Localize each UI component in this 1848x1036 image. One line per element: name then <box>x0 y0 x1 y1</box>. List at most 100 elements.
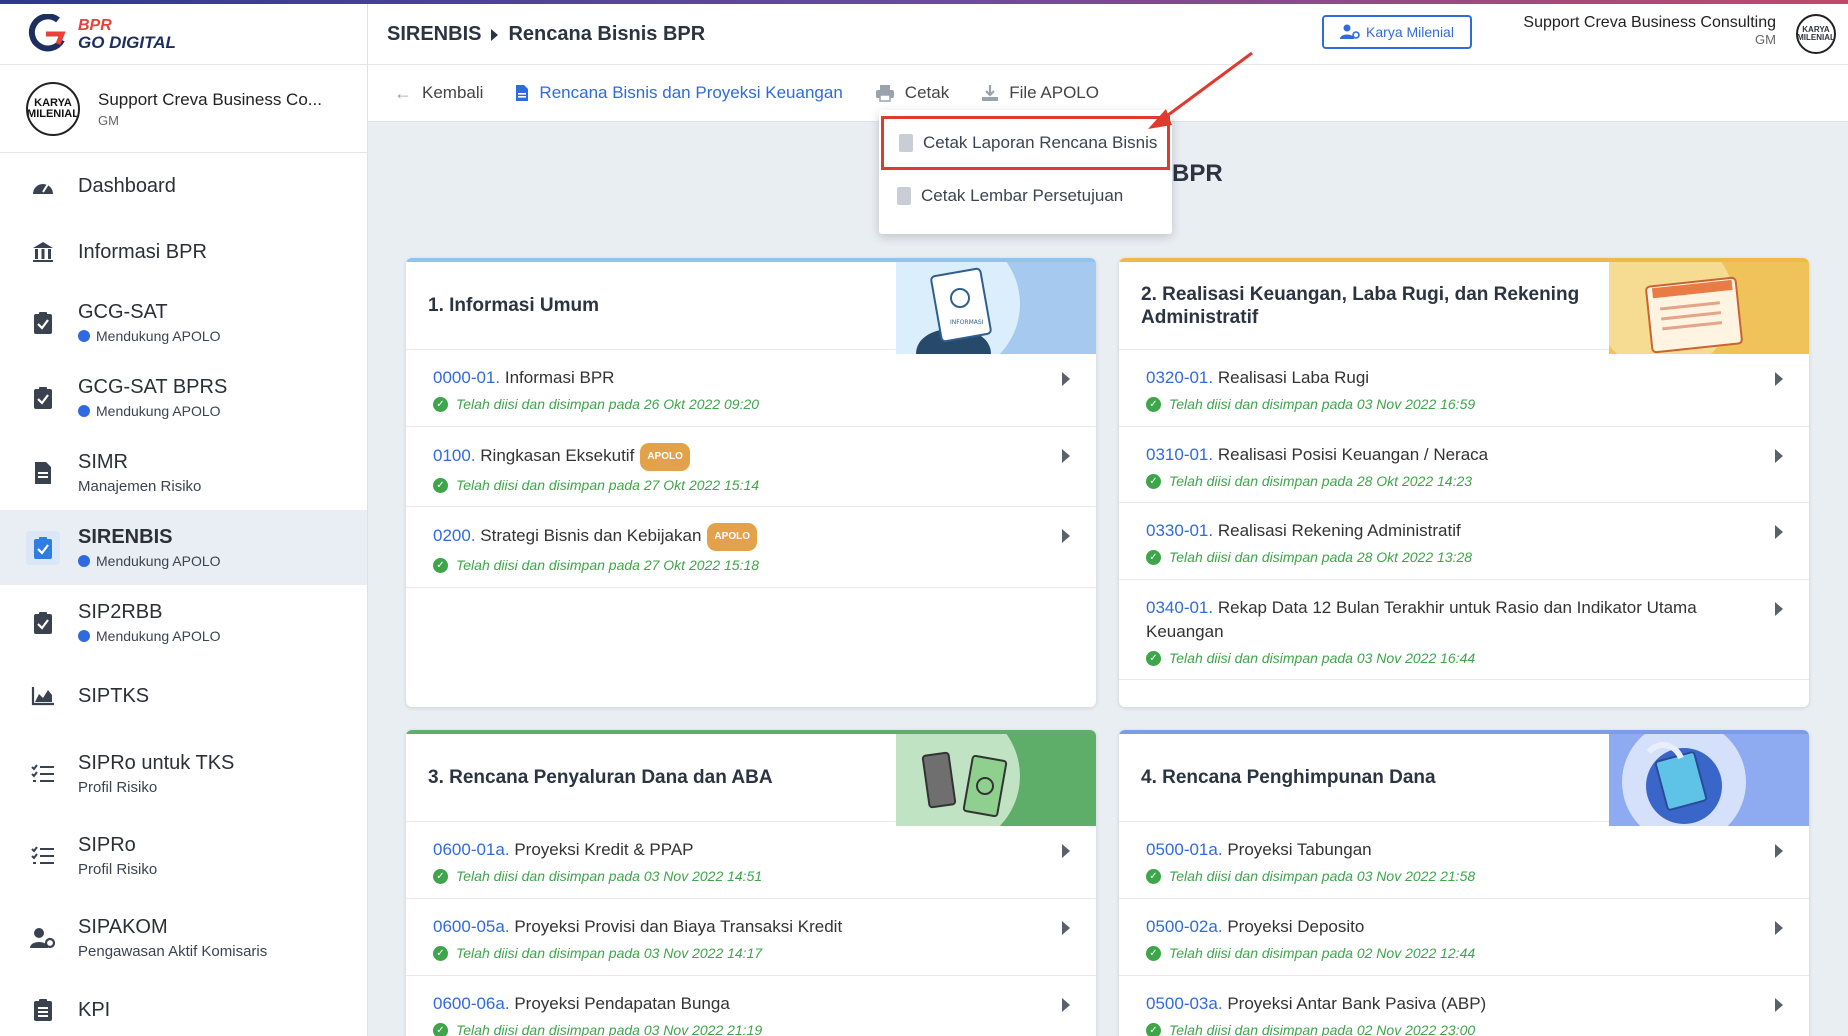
caret-right-icon[interactable] <box>1775 525 1783 539</box>
rencana-bisnis-tab[interactable]: Rencana Bisnis dan Proyeksi Keuangan <box>515 83 843 103</box>
sidebar-item-simr[interactable]: SIMR Manajemen Risiko <box>0 435 367 510</box>
sidebar-item-gcg-sat-bprs[interactable]: GCG-SAT BPRS Mendukung APOLO <box>0 360 367 435</box>
cetak-button[interactable]: Cetak <box>875 83 949 103</box>
karya-milenial-button[interactable]: Karya Milenial <box>1322 15 1472 49</box>
card-informasi-umum: 1. Informasi Umum INFORMASI 0000-01. Inf… <box>406 258 1096 707</box>
item-status: Telah diisi dan disimpan pada 28 Okt 202… <box>1169 549 1473 565</box>
check-circle-icon: ✓ <box>1146 549 1161 565</box>
sidebar-item-sub: Profil Risiko <box>78 779 158 796</box>
sidebar-item-siptks[interactable]: SIPTKS <box>0 660 367 732</box>
card-title: 2. Realisasi Keuangan, Laba Rugi, dan Re… <box>1141 283 1580 328</box>
sidebar-item-sipakom[interactable]: SIPAKOM Pengawasan Aktif Komisaris <box>0 896 367 980</box>
list-item[interactable]: 0320-01. Realisasi Laba Rugi ✓ Telah diis… <box>1119 350 1809 427</box>
list-item[interactable]: 0600-05a. Proyeksi Provisi dan Biaya Tra… <box>406 899 1096 976</box>
user-gear-icon <box>30 925 56 951</box>
caret-right-icon[interactable] <box>1775 921 1783 935</box>
item-code: 0000-01. <box>433 368 501 387</box>
item-code: 0600-06a. <box>433 994 510 1013</box>
clipboard-check-icon <box>30 310 56 336</box>
breadcrumb-separator-icon <box>491 28 499 41</box>
sidebar-item-label: Informasi BPR <box>78 240 207 263</box>
header-avatar[interactable]: KARYA MILENIAL <box>1796 14 1836 54</box>
card-title: 4. Rencana Penghimpunan Dana <box>1141 767 1436 788</box>
caret-right-icon[interactable] <box>1062 449 1070 463</box>
header-user[interactable]: Support Creva Business Consulting GM <box>1523 14 1776 47</box>
list-item[interactable]: 0310-01. Realisasi Posisi Keuangan / Ner… <box>1119 427 1809 503</box>
dashboard-icon <box>30 173 56 199</box>
item-status: Telah diisi dan disimpan pada 02 Nov 202… <box>1169 1022 1476 1036</box>
sidebar-item-label: SIMR <box>78 450 128 473</box>
caret-right-icon[interactable] <box>1775 844 1783 858</box>
caret-right-icon[interactable] <box>1062 844 1070 858</box>
item-code: 0200. <box>433 526 476 545</box>
app-logo[interactable]: BPR GO DIGITAL <box>0 4 367 65</box>
bank-icon <box>30 239 56 265</box>
list-item[interactable]: 0500-02a. Proyeksi Deposito ✓ Telah diisi… <box>1119 899 1809 976</box>
list-item[interactable]: 0330-01. Realisasi Rekening Administrati… <box>1119 503 1809 580</box>
sidebar-item-sub: Mendukung APOLO <box>96 553 221 569</box>
sidebar-item-sipro[interactable]: SIPRo Profil Risiko <box>0 816 367 896</box>
caret-right-icon[interactable] <box>1775 372 1783 386</box>
list-item[interactable]: 0600-06a. Proyeksi Pendapatan Bunga ✓ Tel… <box>406 976 1096 1036</box>
breadcrumb-root[interactable]: SIRENBIS <box>387 23 481 46</box>
sidebar-item-sirenbis[interactable]: SIRENBIS Mendukung APOLO <box>0 510 367 585</box>
report-illustration-icon <box>1609 262 1809 354</box>
informasi-illustration-icon: INFORMASI <box>896 262 1096 354</box>
check-circle-icon: ✓ <box>433 396 448 412</box>
check-circle-icon: ✓ <box>1146 1022 1161 1036</box>
list-item[interactable]: 0500-01a. Proyeksi Tabungan ✓ Telah diisi… <box>1119 822 1809 899</box>
back-button[interactable]: ← Kembali <box>394 83 483 104</box>
check-circle-icon: ✓ <box>1146 650 1161 666</box>
item-status: Telah diisi dan disimpan pada 28 Okt 202… <box>1169 473 1473 489</box>
caret-right-icon[interactable] <box>1062 372 1070 386</box>
savings-illustration-icon <box>1609 734 1809 826</box>
sidebar-item-gcg-sat[interactable]: GCG-SAT Mendukung APOLO <box>0 285 367 360</box>
item-label: Rekap Data 12 Bulan Terakhir untuk Rasio… <box>1146 598 1697 641</box>
caret-right-icon[interactable] <box>1775 998 1783 1012</box>
sidebar-item-label: GCG-SAT <box>78 301 168 323</box>
list-item[interactable]: 0600-01a. Proyeksi Kredit & PPAP ✓ Telah … <box>406 822 1096 899</box>
check-circle-icon: ✓ <box>1146 868 1161 884</box>
checklist-icon <box>30 761 56 787</box>
sidebar-item-sip2rbb[interactable]: SIP2RBB Mendukung APOLO <box>0 585 367 660</box>
caret-right-icon[interactable] <box>1062 998 1070 1012</box>
sidebar-item-dashboard[interactable]: Dashboard <box>0 153 367 219</box>
list-item[interactable]: 0000-01. Informasi BPR ✓ Telah diisi dan … <box>406 350 1096 427</box>
caret-right-icon[interactable] <box>1062 529 1070 543</box>
sidebar-item-sub: Profil Risiko <box>78 861 158 878</box>
cetak-laporan-rencana-bisnis-item[interactable]: Cetak Laporan Rencana Bisnis <box>881 116 1170 170</box>
file-apolo-button[interactable]: File APOLO <box>981 83 1099 103</box>
item-status: Telah diisi dan disimpan pada 03 Nov 202… <box>456 945 763 961</box>
sidebar-item-informasi-bpr[interactable]: Informasi BPR <box>0 219 367 285</box>
item-code: 0600-01a. <box>433 840 510 859</box>
user-gear-icon <box>1340 24 1360 39</box>
sidebar-item-kpi[interactable]: KPI <box>0 980 367 1036</box>
sidebar-item-sub: Mendukung APOLO <box>96 628 221 644</box>
informasi-illustration-label: INFORMASI <box>950 319 984 326</box>
karya-milenial-label: Karya Milenial <box>1366 24 1454 40</box>
cetak-lembar-persetujuan-item[interactable]: Cetak Lembar Persetujuan <box>879 170 1172 222</box>
check-circle-icon: ✓ <box>433 1022 448 1036</box>
card-header: 3. Rencana Penyaluran Dana dan ABA <box>406 730 1096 826</box>
document-icon <box>516 85 529 101</box>
item-label: Informasi BPR <box>504 368 615 387</box>
card-header: 1. Informasi Umum INFORMASI <box>406 258 1096 354</box>
card-header: 2. Realisasi Keuangan, Laba Rugi, dan Re… <box>1119 258 1809 354</box>
list-item[interactable]: 0500-03a. Proyeksi Antar Bank Pasiva (AB… <box>1119 976 1809 1036</box>
logo-text: BPR GO DIGITAL <box>78 17 176 51</box>
caret-right-icon[interactable] <box>1062 921 1070 935</box>
clipboard-check-icon <box>30 610 56 636</box>
caret-right-icon[interactable] <box>1775 602 1783 616</box>
item-status: Telah diisi dan disimpan pada 03 Nov 202… <box>1169 396 1476 412</box>
caret-right-icon[interactable] <box>1775 449 1783 463</box>
list-item[interactable]: 0200. Strategi Bisnis dan Kebijakan APOLO… <box>406 507 1096 588</box>
check-circle-icon: ✓ <box>1146 945 1161 961</box>
item-label: Ringkasan Eksekutif <box>480 446 635 465</box>
download-icon <box>982 85 999 101</box>
sidebar-profile[interactable]: KARYA MILENIAL Support Creva Business Co… <box>0 65 367 153</box>
list-item[interactable]: 0100. Ringkasan Eksekutif APOLO ✓ Telah di… <box>406 427 1096 507</box>
sidebar-item-sub: Mendukung APOLO <box>96 403 221 419</box>
sidebar-item-sipro-tks[interactable]: SIPRo untuk TKS Profil Risiko <box>0 732 367 816</box>
list-item[interactable]: 0340-01. Rekap Data 12 Bulan Terakhir un… <box>1119 580 1809 680</box>
item-label: Proyeksi Kredit & PPAP <box>514 840 694 859</box>
